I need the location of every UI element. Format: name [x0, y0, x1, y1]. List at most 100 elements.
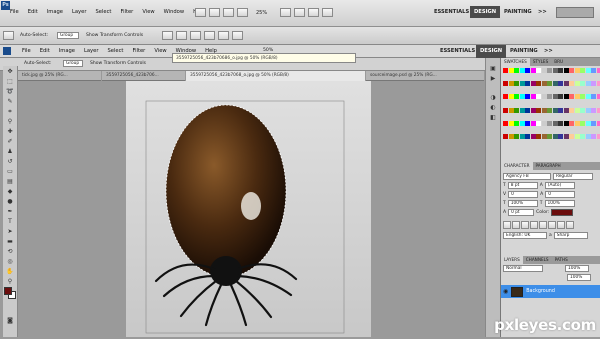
- swatch[interactable]: [575, 94, 580, 99]
- swatch[interactable]: [564, 68, 569, 73]
- menu-filter[interactable]: Filter: [120, 9, 133, 15]
- font-family-select[interactable]: Agency FB: [503, 173, 551, 180]
- swatch[interactable]: [558, 81, 563, 86]
- swatch[interactable]: [536, 134, 541, 139]
- swatch[interactable]: [586, 134, 591, 139]
- menu-edit[interactable]: Edit: [28, 9, 38, 15]
- swatch[interactable]: [569, 68, 574, 73]
- swatch[interactable]: [547, 147, 552, 152]
- tab-tick[interactable]: tick.jpg @ 25% (RG...: [18, 71, 102, 81]
- swatch[interactable]: [553, 94, 558, 99]
- swatch[interactable]: [575, 134, 580, 139]
- swatch[interactable]: [591, 68, 596, 73]
- swatch[interactable]: [575, 121, 580, 126]
- swatch[interactable]: [536, 94, 541, 99]
- swatch[interactable]: [597, 94, 600, 99]
- swatch[interactable]: [586, 68, 591, 73]
- auto-select-group-dropdown[interactable]: Group: [57, 32, 79, 39]
- swatch[interactable]: [575, 68, 580, 73]
- swatch[interactable]: [597, 68, 600, 73]
- tab-channels[interactable]: CHANNELS: [523, 256, 552, 264]
- menu-layer-2[interactable]: Layer: [84, 48, 98, 54]
- align-center-button[interactable]: [218, 31, 229, 40]
- swatch[interactable]: [525, 121, 530, 126]
- swatch[interactable]: [564, 147, 569, 152]
- swatch[interactable]: [536, 68, 541, 73]
- swatch[interactable]: [509, 134, 514, 139]
- swatch[interactable]: [542, 108, 547, 113]
- swatch[interactable]: [547, 121, 552, 126]
- faux-italic-icon[interactable]: [512, 221, 520, 229]
- show-transform-controls-2[interactable]: Show Transform Controls: [90, 61, 146, 66]
- eye-icon[interactable]: ◉: [503, 288, 508, 295]
- swatch[interactable]: [558, 108, 563, 113]
- swatch[interactable]: [520, 68, 525, 73]
- swatch[interactable]: [569, 108, 574, 113]
- swatch[interactable]: [503, 134, 508, 139]
- swatch[interactable]: [525, 108, 530, 113]
- swatch[interactable]: [586, 81, 591, 86]
- swatch[interactable]: [547, 68, 552, 73]
- swatch[interactable]: [569, 121, 574, 126]
- swatch[interactable]: [575, 81, 580, 86]
- swatch[interactable]: [536, 81, 541, 86]
- path-select-tool-icon[interactable]: ➤: [4, 227, 16, 236]
- zoom-level-button[interactable]: [237, 8, 248, 17]
- swatch[interactable]: [525, 134, 530, 139]
- healing-tool-icon[interactable]: ✚: [4, 127, 16, 136]
- swatch[interactable]: [553, 108, 558, 113]
- vertical-scale-field[interactable]: 100%: [508, 200, 538, 207]
- strikethrough-icon[interactable]: [566, 221, 574, 229]
- swatch[interactable]: [569, 81, 574, 86]
- swatch[interactable]: [580, 81, 585, 86]
- brush-tool-icon[interactable]: ✐: [4, 137, 16, 146]
- swatch[interactable]: [503, 94, 508, 99]
- eyedropper-tool-icon[interactable]: ⚲: [4, 117, 16, 126]
- swatch[interactable]: [503, 81, 508, 86]
- menu-select-2[interactable]: Select: [107, 48, 123, 54]
- swatch[interactable]: [520, 121, 525, 126]
- window-controls[interactable]: [556, 7, 594, 18]
- move-tool-preset-icon[interactable]: [3, 31, 14, 40]
- swatch[interactable]: [591, 121, 596, 126]
- swatch[interactable]: [520, 94, 525, 99]
- swatch[interactable]: [520, 134, 525, 139]
- swatch[interactable]: [591, 147, 596, 152]
- swatch[interactable]: [569, 147, 574, 152]
- type-tool-icon[interactable]: T: [4, 217, 16, 226]
- swatch[interactable]: [553, 81, 558, 86]
- swatch[interactable]: [514, 81, 519, 86]
- menu-layer[interactable]: Layer: [72, 9, 86, 15]
- swatch[interactable]: [564, 121, 569, 126]
- blend-mode-select[interactable]: Normal: [503, 265, 543, 272]
- tab-active-photo[interactable]: 3559725056_423b7068_o.jpg @ 50% (RGB/8): [186, 71, 366, 81]
- swatch[interactable]: [547, 81, 552, 86]
- bridge-button[interactable]: [195, 8, 206, 17]
- show-transform-controls[interactable]: Show Transform Controls: [86, 33, 143, 38]
- swatch[interactable]: [536, 121, 541, 126]
- swatch[interactable]: [580, 108, 585, 113]
- swatch[interactable]: [531, 94, 536, 99]
- swatch[interactable]: [509, 121, 514, 126]
- swatch[interactable]: [586, 147, 591, 152]
- swatch[interactable]: [575, 147, 580, 152]
- superscript-icon[interactable]: [539, 221, 547, 229]
- swatch[interactable]: [580, 68, 585, 73]
- minibridge-button[interactable]: [209, 8, 220, 17]
- swatch[interactable]: [525, 81, 530, 86]
- menu-image-2[interactable]: Image: [59, 48, 75, 54]
- tracking-field[interactable]: 0: [545, 191, 575, 198]
- hand-tool-icon[interactable]: ✋: [4, 267, 16, 276]
- swatch[interactable]: [586, 94, 591, 99]
- actions-panel-icon[interactable]: ▶: [487, 74, 499, 83]
- gradient-tool-icon[interactable]: ▤: [4, 177, 16, 186]
- swatch[interactable]: [525, 94, 530, 99]
- swatch[interactable]: [591, 108, 596, 113]
- swatch[interactable]: [525, 147, 530, 152]
- swatch[interactable]: [509, 81, 514, 86]
- swatch[interactable]: [542, 134, 547, 139]
- swatch[interactable]: [514, 68, 519, 73]
- swatch[interactable]: [514, 121, 519, 126]
- swatch[interactable]: [564, 81, 569, 86]
- antialias-select[interactable]: Sharp: [554, 232, 588, 239]
